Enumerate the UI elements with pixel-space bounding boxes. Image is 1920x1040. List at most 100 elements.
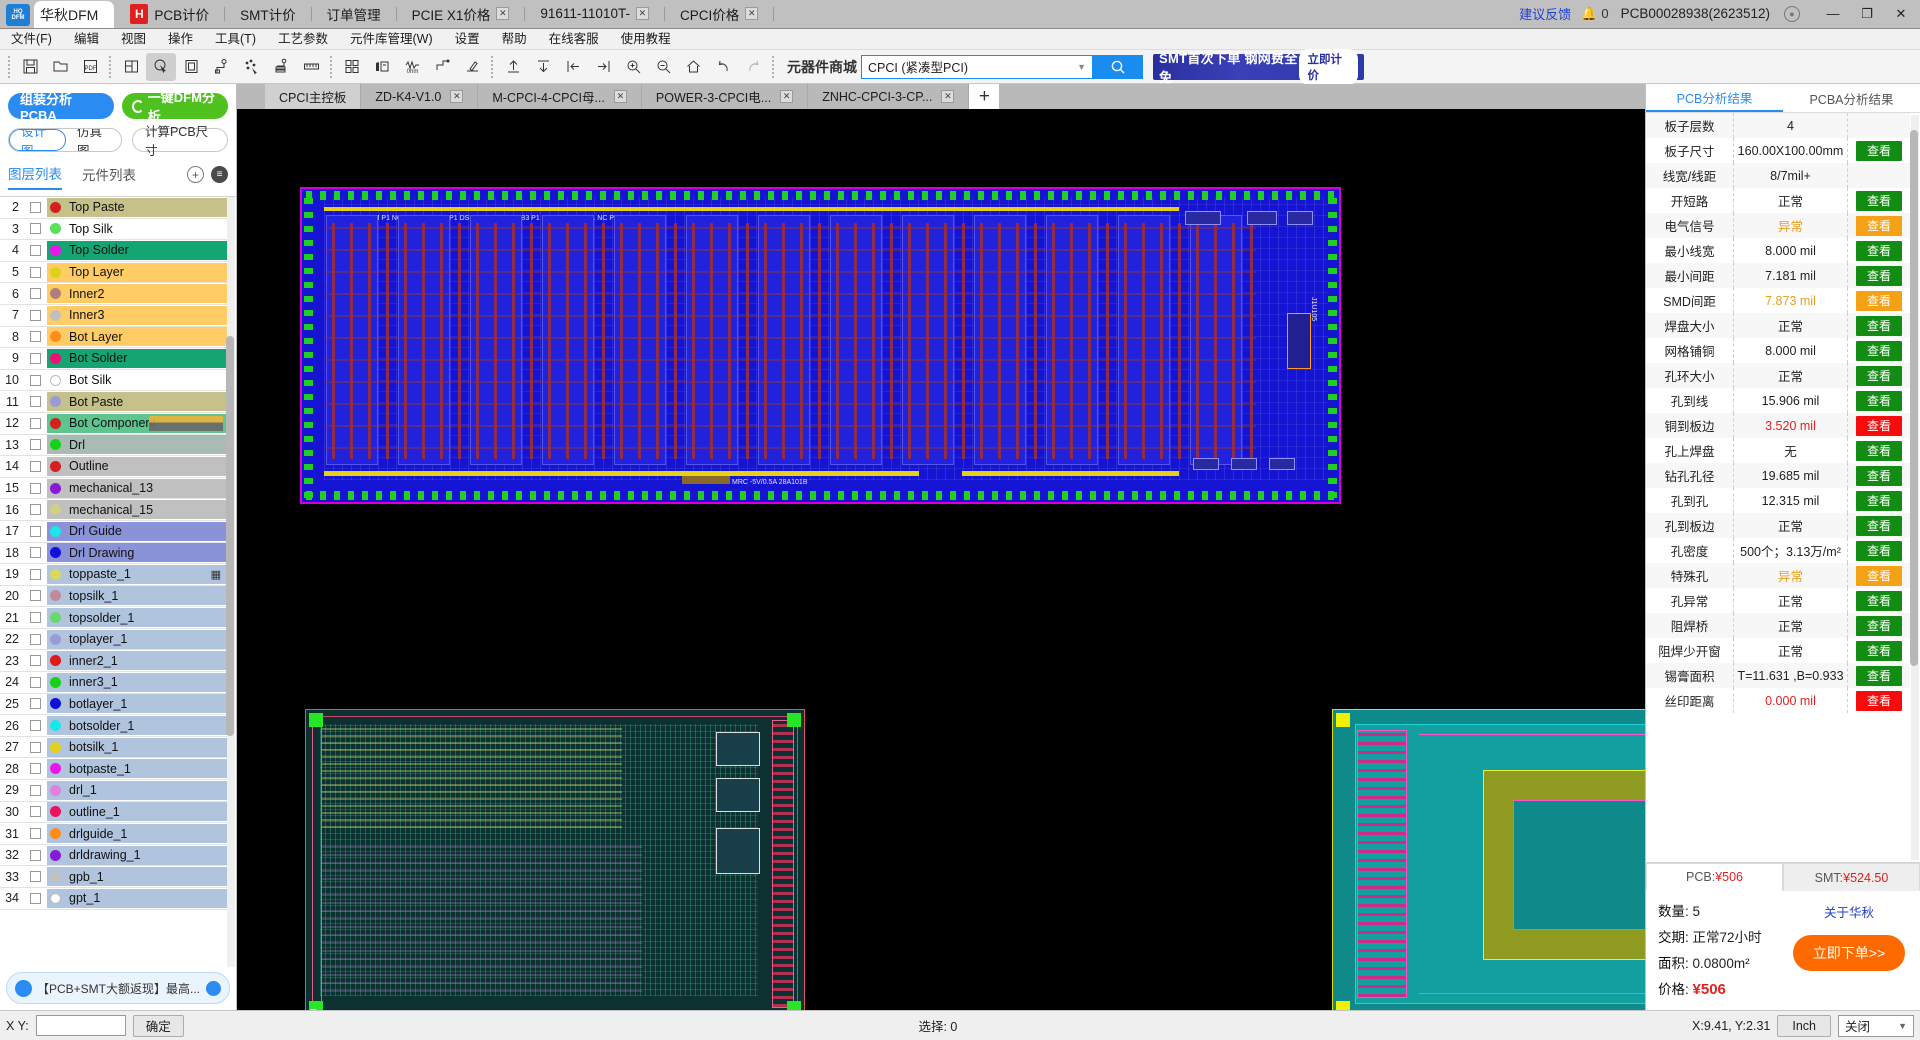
menu-help[interactable]: 帮助 [491,29,538,50]
layer-checkbox[interactable] [30,244,41,256]
layer-color-swatch[interactable] [50,547,61,559]
layer-checkbox[interactable] [30,568,41,580]
confirm-button[interactable]: 确定 [132,1014,184,1037]
select-cursor-icon[interactable] [146,52,176,81]
view-detail-button[interactable]: 查看 [1856,390,1902,411]
layer-row-body[interactable]: toplayer_1 [47,629,227,649]
layer-row-body[interactable]: Top Layer [47,262,227,282]
layer-row[interactable]: 21 topsolder_1 [0,607,227,629]
zoom-in-icon[interactable] [618,53,648,81]
layer-select-dropdown[interactable]: 关闭 ▼ [1838,1014,1914,1037]
layer-row[interactable]: 25 botlayer_1 [0,694,227,716]
layer-row-body[interactable]: Bot Paste [47,392,227,412]
layer-row[interactable]: 8 Bot Layer [0,327,227,349]
layer-checkbox[interactable] [30,633,41,645]
doc-tab-zd-k4[interactable]: ZD-K4-V1.0 ✕ [361,84,479,109]
layer-color-swatch[interactable] [50,439,61,451]
pcb-view-bottom-left[interactable] [305,709,805,1010]
layer-row-body[interactable]: topsolder_1 [47,608,227,628]
redo-icon[interactable] [738,53,768,81]
layer-row[interactable]: 26 botsolder_1 [0,715,227,737]
layer-row[interactable]: 9 Bot Solder [0,348,227,370]
feedback-link[interactable]: 建议反馈 [1509,4,1581,23]
layer-color-swatch[interactable] [50,849,61,861]
layer-row[interactable]: 15 mechanical_13 [0,478,227,500]
menu-operate[interactable]: 操作 [157,29,204,50]
layer-checkbox[interactable] [30,612,41,624]
layer-color-swatch[interactable] [50,266,61,278]
tab-pcba-analysis[interactable]: PCBA分析结果 [1783,84,1920,112]
close-icon[interactable]: ✕ [496,7,510,20]
dfm-analysis-button[interactable]: 一键DFM分析 [121,90,228,124]
layer-checkbox[interactable] [30,720,41,732]
promo-banner[interactable]: 【PCB+SMT大额返现】最高... [6,972,230,1004]
layer-row[interactable]: 20 topsilk_1 [0,586,227,608]
layer-row[interactable]: 5 Top Layer [0,262,227,284]
view-detail-button[interactable]: 查看 [1856,215,1902,236]
layer-checkbox[interactable] [30,892,41,904]
view-detail-button[interactable]: 查看 [1856,140,1902,161]
layer-checkbox[interactable] [30,439,41,451]
layer-color-swatch[interactable] [50,828,61,840]
view-detail-button[interactable]: 查看 [1856,615,1902,636]
layer-checkbox[interactable] [30,784,41,796]
layer-row[interactable]: 18 Drl Drawing [0,543,227,565]
doc-tab-znhc-cpci-3[interactable]: ZNHC-CPCI-3-CP... ✕ [808,84,970,109]
menu-tutorial[interactable]: 使用教程 [610,29,682,50]
unit-toggle-button[interactable]: Inch [1777,1014,1831,1037]
open-folder-icon[interactable] [45,53,75,81]
chevron-down-icon[interactable]: ▼ [1077,62,1086,72]
layer-checkbox[interactable] [30,676,41,688]
layers-circle-icon[interactable]: ≡ [211,166,228,183]
layer-row-body[interactable]: gpt_1 [47,888,227,908]
tab-component-list[interactable]: 元件列表 [82,164,136,189]
minimize-button[interactable]: — [1816,0,1850,28]
save-icon[interactable] [15,53,45,81]
close-icon[interactable]: ✕ [450,90,464,103]
search-button[interactable] [1093,54,1143,79]
layer-checkbox[interactable] [30,201,41,213]
layer-row[interactable]: 6 Inner2 [0,283,227,305]
layer-row-body[interactable]: Drl Guide [47,521,227,541]
layer-row[interactable]: 27 botsilk_1 [0,737,227,759]
layer-color-swatch[interactable] [50,244,61,256]
menu-file[interactable]: 文件(F) [0,29,63,50]
layer-color-swatch[interactable] [50,201,61,213]
view-detail-button[interactable]: 查看 [1856,465,1902,486]
layer-checkbox[interactable] [30,331,41,343]
layer-checkbox[interactable] [30,417,41,429]
toolbar-grip[interactable] [109,55,112,78]
layer-row-body[interactable]: Drl [47,435,227,455]
view-detail-button[interactable]: 查看 [1856,565,1902,586]
layer-checkbox[interactable] [30,460,41,472]
menu-support[interactable]: 在线客服 [538,29,610,50]
toolbar-grip[interactable] [491,55,494,78]
close-icon[interactable]: ✕ [780,90,794,103]
layer-row-body[interactable]: Top Solder [47,240,227,260]
bom-icon[interactable] [367,53,397,81]
layer-row-body[interactable]: drlguide_1 [47,824,227,844]
menu-edit[interactable]: 编辑 [63,29,110,50]
layer-checkbox[interactable] [30,525,41,537]
layer-row[interactable]: 4 Top Solder [0,240,227,262]
layer-checkbox[interactable] [30,849,41,861]
pcb-view-bottom-right[interactable] [1332,709,1645,1010]
route-icon[interactable] [427,53,457,81]
layer-checkbox[interactable] [30,655,41,667]
layer-row-body[interactable]: inner2_1 [47,651,227,671]
align-right-icon[interactable] [588,53,618,81]
layer-row-body[interactable]: Top Silk [47,219,227,239]
layer-checkbox[interactable] [30,828,41,840]
layer-color-swatch[interactable] [50,374,61,386]
view-mode-simulation[interactable]: 仿真图 [66,129,121,151]
order-now-button[interactable]: 立即下单>> [1793,935,1905,971]
layer-row[interactable]: 29 drl_1 [0,780,227,802]
layer-row-body[interactable]: drldrawing_1 [47,845,227,865]
layer-row[interactable]: 33 gpb_1 [0,866,227,888]
layer-color-swatch[interactable] [50,633,61,645]
layer-color-swatch[interactable] [50,871,61,883]
close-button[interactable]: ✕ [1884,0,1918,28]
smt-promo-cta[interactable]: 立即计价 [1299,48,1358,85]
home-icon[interactable] [678,53,708,81]
xy-input[interactable] [35,1015,126,1036]
